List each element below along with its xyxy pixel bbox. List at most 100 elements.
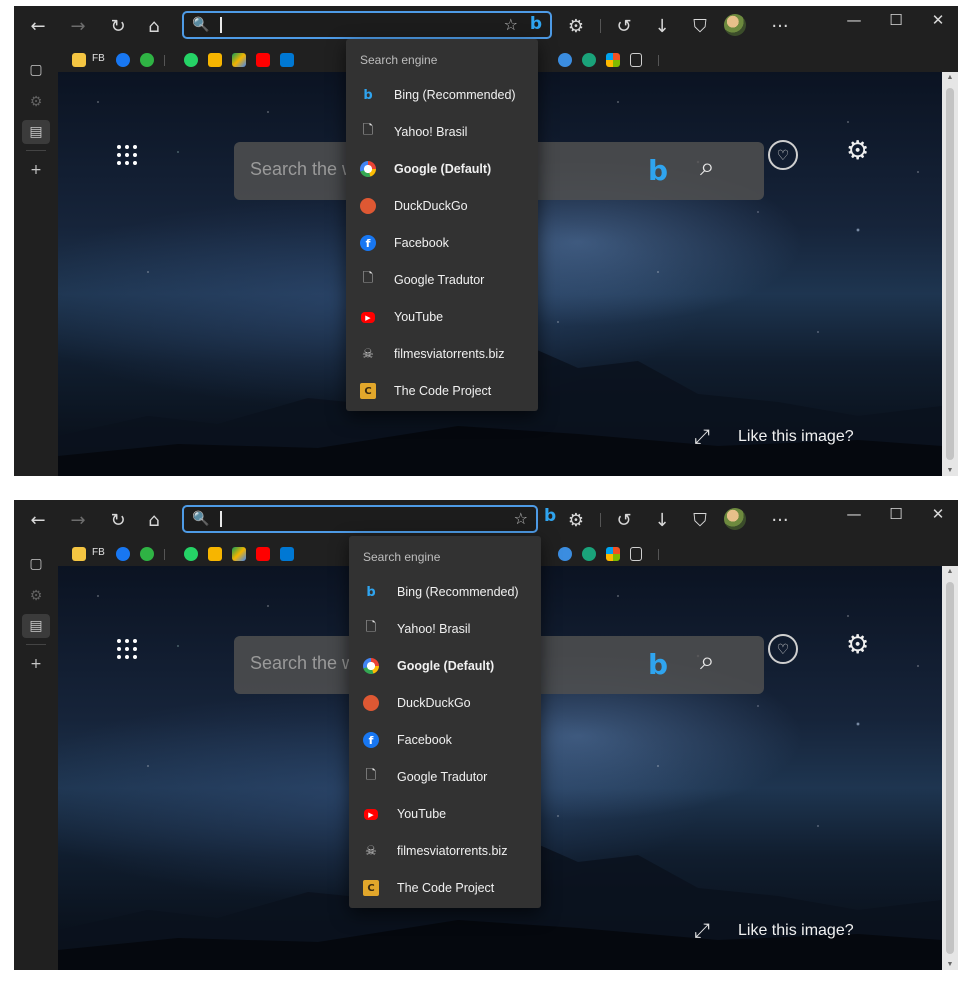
engine-item-duckduckgo[interactable]: DuckDuckGo xyxy=(346,190,538,224)
scrollbar-thumb[interactable] xyxy=(946,582,954,954)
microsoft-icon[interactable] xyxy=(606,547,620,561)
engine-item-bing[interactable]: b Bing (Recommended) xyxy=(349,576,541,610)
expand-icon[interactable]: ⤢ xyxy=(694,918,710,942)
apps-grid-icon[interactable] xyxy=(116,144,138,166)
page-settings-icon[interactable]: ⚙ xyxy=(846,630,869,660)
download-icon[interactable]: ↓ xyxy=(648,12,676,40)
extensions-icon[interactable]: ⚙ xyxy=(562,12,590,40)
refresh-icon[interactable]: ↻ xyxy=(104,12,132,40)
minimize-icon[interactable]: — xyxy=(834,502,874,526)
youtube-icon[interactable] xyxy=(256,53,270,67)
facebook-icon[interactable] xyxy=(116,547,130,561)
more-icon[interactable]: ··· xyxy=(766,506,794,534)
rewards-icon[interactable]: ♡ xyxy=(768,634,798,664)
home-icon[interactable]: ⌂ xyxy=(140,506,168,534)
search-icon[interactable]: ⌕ xyxy=(700,646,715,677)
engine-item-youtube[interactable]: ▶ YouTube xyxy=(346,301,538,335)
forward-icon[interactable]: → xyxy=(64,12,92,40)
engine-item-duckduckgo[interactable]: DuckDuckGo xyxy=(349,687,541,721)
engine-item-youtube[interactable]: ▶ YouTube xyxy=(349,798,541,832)
microsoft-icon[interactable] xyxy=(606,53,620,67)
engine-item-facebook[interactable]: f Facebook xyxy=(349,724,541,758)
favorite-icon[interactable]: ☆ xyxy=(514,509,528,529)
expand-icon[interactable]: ⤢ xyxy=(694,424,710,448)
shield-icon[interactable]: ⛉ xyxy=(686,12,714,40)
like-image-link[interactable]: Like this image? xyxy=(738,428,854,446)
bing-icon[interactable]: b xyxy=(648,154,668,187)
rewards-icon[interactable]: ♡ xyxy=(768,140,798,170)
apps-grid-icon[interactable] xyxy=(116,638,138,660)
engine-item-codeproject[interactable]: C The Code Project xyxy=(349,872,541,906)
google-drive-icon[interactable] xyxy=(232,547,246,561)
extensions-icon[interactable]: ⚙ xyxy=(562,506,590,534)
engine-item-google-tradutor[interactable]: 🗋 Google Tradutor xyxy=(349,761,541,795)
favorites-folder-label[interactable]: FB xyxy=(92,53,105,64)
scroll-down-icon[interactable]: ▼ xyxy=(942,961,958,968)
flask-icon[interactable] xyxy=(630,547,642,561)
forward-icon[interactable]: → xyxy=(64,506,92,534)
flask-icon[interactable] xyxy=(630,53,642,67)
bing-icon[interactable]: b xyxy=(544,506,556,526)
tabs-icon[interactable]: ▢ xyxy=(22,552,50,576)
profile-avatar[interactable] xyxy=(724,508,746,530)
outlook-icon[interactable] xyxy=(280,53,294,67)
favorite-icon[interactable]: ☆ xyxy=(504,15,518,35)
google-drive-icon[interactable] xyxy=(232,53,246,67)
bing-icon[interactable]: b xyxy=(530,14,542,34)
favorites-folder-label[interactable]: FB xyxy=(92,547,105,558)
close-icon[interactable]: ✕ xyxy=(918,8,958,32)
globe-icon[interactable] xyxy=(558,547,572,561)
engine-item-codeproject[interactable]: C The Code Project xyxy=(346,375,538,409)
like-image-link[interactable]: Like this image? xyxy=(738,922,854,940)
engine-item-yahoo[interactable]: 🗋 Yahoo! Brasil xyxy=(349,613,541,647)
scrollbar[interactable]: ▲ ▼ xyxy=(942,566,958,970)
settings-tab-icon[interactable]: ⚙ xyxy=(22,90,50,114)
add-tab-icon[interactable]: + xyxy=(22,652,50,676)
whatsapp-icon[interactable] xyxy=(184,547,198,561)
engine-item-google-tradutor[interactable]: 🗋 Google Tradutor xyxy=(346,264,538,298)
scrollbar-thumb[interactable] xyxy=(946,88,954,460)
add-tab-icon[interactable]: + xyxy=(22,158,50,182)
refresh-icon[interactable]: ↻ xyxy=(104,506,132,534)
engine-item-yahoo[interactable]: 🗋 Yahoo! Brasil xyxy=(346,116,538,150)
history-icon[interactable]: ↺ xyxy=(610,12,638,40)
scroll-up-icon[interactable]: ▲ xyxy=(942,568,958,575)
teal-app-icon[interactable] xyxy=(582,53,596,67)
scrollbar[interactable]: ▲ ▼ xyxy=(942,72,958,476)
engine-item-facebook[interactable]: f Facebook xyxy=(346,227,538,261)
history-icon[interactable]: ↺ xyxy=(610,506,638,534)
keep-icon[interactable] xyxy=(208,53,222,67)
collections-icon[interactable]: ▤ xyxy=(22,614,50,638)
settings-tab-icon[interactable]: ⚙ xyxy=(22,584,50,608)
green-app-icon[interactable] xyxy=(140,547,154,561)
download-icon[interactable]: ↓ xyxy=(648,506,676,534)
outlook-icon[interactable] xyxy=(280,547,294,561)
address-bar[interactable]: 🔍 ☆ b xyxy=(182,11,552,39)
profile-avatar[interactable] xyxy=(724,14,746,36)
whatsapp-icon[interactable] xyxy=(184,53,198,67)
back-icon[interactable]: ← xyxy=(24,12,52,40)
close-icon[interactable]: ✕ xyxy=(918,502,958,526)
more-icon[interactable]: ··· xyxy=(766,12,794,40)
bing-icon[interactable]: b xyxy=(648,648,668,681)
shield-icon[interactable]: ⛉ xyxy=(686,506,714,534)
maximize-icon[interactable]: ☐ xyxy=(876,502,916,526)
engine-item-bing[interactable]: b Bing (Recommended) xyxy=(346,79,538,113)
keep-icon[interactable] xyxy=(208,547,222,561)
back-icon[interactable]: ← xyxy=(24,506,52,534)
scroll-up-icon[interactable]: ▲ xyxy=(942,74,958,81)
youtube-icon[interactable] xyxy=(256,547,270,561)
minimize-icon[interactable]: — xyxy=(834,8,874,32)
engine-item-filmesviatorrents[interactable]: ☠ filmesviatorrents.biz xyxy=(349,835,541,869)
scroll-down-icon[interactable]: ▼ xyxy=(942,467,958,474)
page-settings-icon[interactable]: ⚙ xyxy=(846,136,869,166)
engine-item-filmesviatorrents[interactable]: ☠ filmesviatorrents.biz xyxy=(346,338,538,372)
green-app-icon[interactable] xyxy=(140,53,154,67)
collections-icon[interactable]: ▤ xyxy=(22,120,50,144)
maximize-icon[interactable]: ☐ xyxy=(876,8,916,32)
globe-icon[interactable] xyxy=(558,53,572,67)
engine-item-google[interactable]: Google (Default) xyxy=(346,153,538,187)
address-bar[interactable]: 🔍 ☆ xyxy=(182,505,538,533)
teal-app-icon[interactable] xyxy=(582,547,596,561)
engine-item-google[interactable]: Google (Default) xyxy=(349,650,541,684)
